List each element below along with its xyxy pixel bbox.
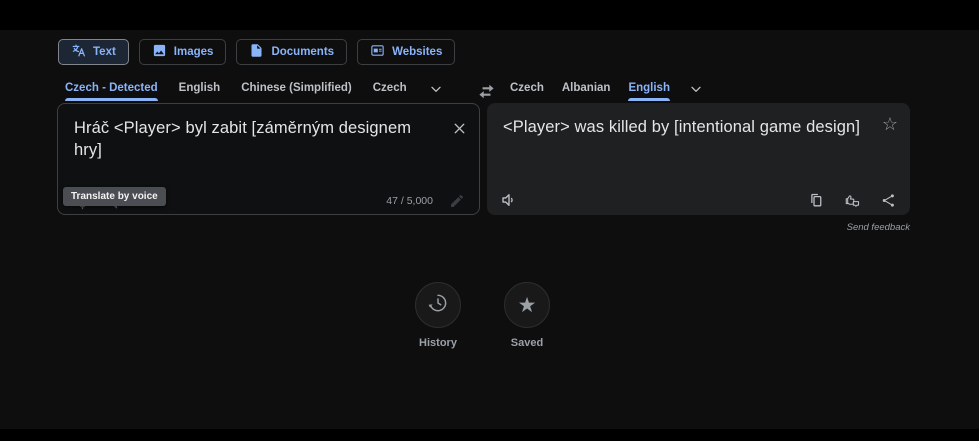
copy-translation-icon[interactable] — [808, 192, 825, 209]
tab-label: Documents — [271, 46, 334, 58]
saved-label: Saved — [511, 337, 543, 349]
translate-by-voice-tooltip: Translate by voice — [63, 187, 166, 206]
saved-shortcut: ★ Saved — [504, 282, 550, 349]
send-feedback-link[interactable]: Send feedback — [487, 222, 910, 233]
tab-label: Websites — [392, 46, 442, 58]
translate-icon — [71, 43, 86, 61]
history-label: History — [419, 337, 457, 349]
tab-label: Images — [174, 46, 214, 58]
character-count: 47 / 5,000 — [386, 195, 433, 207]
bottom-black-strip — [0, 429, 979, 441]
target-language-tabs: Czech Albanian English — [510, 82, 704, 101]
target-more-languages-chevron-down-icon[interactable] — [688, 81, 704, 97]
source-text-panel: Hráč <Player> byl zabit [záměrným design… — [57, 103, 480, 215]
history-icon — [427, 292, 449, 319]
saved-button[interactable]: ★ — [504, 282, 550, 328]
language-bar: Czech - Detected English Chinese (Simpli… — [0, 82, 979, 103]
image-icon — [152, 43, 167, 61]
rate-translation-icon[interactable] — [844, 192, 861, 209]
history-shortcut: History — [415, 282, 461, 349]
translated-text: <Player> was killed by [intentional game… — [503, 116, 868, 138]
source-lang-czech[interactable]: Czech — [373, 82, 407, 101]
shortcuts-row: History ★ Saved — [415, 282, 550, 349]
tab-text[interactable]: Text — [58, 39, 129, 65]
source-lang-czech-detected[interactable]: Czech - Detected — [65, 82, 158, 101]
translation-actions — [808, 192, 897, 209]
target-lang-czech[interactable]: Czech — [510, 82, 544, 101]
google-translate-page: Text Images Documents — [0, 0, 979, 441]
translation-result-panel: <Player> was killed by [intentional game… — [487, 103, 910, 215]
tab-documents[interactable]: Documents — [236, 39, 347, 65]
source-lang-chinese[interactable]: Chinese (Simplified) — [241, 82, 352, 101]
website-icon — [370, 43, 385, 61]
saved-star-icon: ★ — [518, 295, 537, 316]
document-icon — [249, 43, 264, 61]
source-lang-english[interactable]: English — [179, 82, 221, 101]
source-text-input[interactable]: Hráč <Player> byl zabit [záměrným design… — [74, 117, 437, 161]
mode-tabs: Text Images Documents — [58, 39, 455, 65]
target-lang-english[interactable]: English — [628, 82, 670, 101]
tab-label: Text — [93, 46, 116, 58]
listen-translation-speaker-icon[interactable] — [500, 191, 518, 209]
share-translation-icon[interactable] — [880, 192, 897, 209]
source-more-languages-chevron-down-icon[interactable] — [428, 81, 444, 97]
tab-websites[interactable]: Websites — [357, 39, 455, 65]
top-black-strip — [0, 0, 979, 30]
edit-pencil-icon[interactable] — [449, 193, 465, 209]
history-button[interactable] — [415, 282, 461, 328]
source-language-tabs: Czech - Detected English Chinese (Simpli… — [65, 82, 444, 101]
clear-source-text-icon[interactable] — [448, 117, 470, 139]
tab-images[interactable]: Images — [139, 39, 227, 65]
save-translation-star-icon[interactable]: ☆ — [882, 113, 898, 135]
swap-languages-icon[interactable] — [477, 82, 496, 101]
target-lang-albanian[interactable]: Albanian — [562, 82, 611, 101]
